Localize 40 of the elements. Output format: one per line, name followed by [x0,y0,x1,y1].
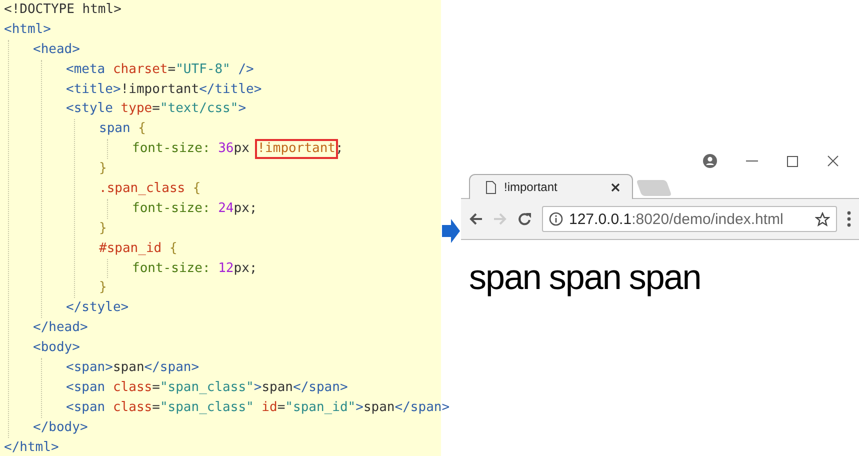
code-line: <meta charset="UTF-8" /> [66,60,254,79]
code-line: } [99,160,107,178]
address-field[interactable]: 127.0.0.1:8020/demo/index.html [542,206,837,232]
info-icon [549,212,563,226]
code-line: </html> [3,438,59,456]
code-line: <head> [33,40,80,59]
code-line: <style type="text/css"> [66,100,246,118]
code-line: <span class="span_class">span</span> [66,378,348,397]
code-line: </body> [33,418,88,437]
maximize-icon[interactable] [787,156,798,166]
code-line: span { [99,120,146,138]
close-icon[interactable] [611,182,620,192]
code-line: } [99,279,107,298]
code-line: font-size: 12px; [132,260,258,278]
page-text: span [548,258,621,298]
browser-tab[interactable]: !important [469,174,633,199]
star-icon[interactable] [815,212,830,226]
profile-icon[interactable] [703,154,717,168]
code-line: <title>!important</title> [66,80,262,99]
code-line: #span_id { [99,240,178,258]
code-line: font-size: 24px; [132,200,258,218]
code-line: </style> [66,299,129,318]
code-line: </head> [33,319,88,338]
code-line: <span class="span_class" id="span_id">span</span> [66,398,450,417]
page-text: span [628,258,701,298]
code-line: } [99,220,107,238]
page-icon [486,180,496,194]
minimize-icon[interactable] [746,160,758,162]
close-icon[interactable] [827,155,839,167]
code-line: <span>span</span> [66,359,200,378]
code-line: <body> [33,339,80,358]
right-arrow-icon [441,219,461,243]
page-text: span [469,258,541,298]
reload-icon[interactable] [517,212,532,226]
code-line: <!DOCTYPE html> [3,1,122,19]
code-line: <html> [3,20,51,39]
menu-icon[interactable] [847,211,851,227]
code-line: font-size: 36px !important; [132,139,344,160]
back-icon[interactable] [469,212,483,226]
code-line: .span_class { [99,180,201,198]
